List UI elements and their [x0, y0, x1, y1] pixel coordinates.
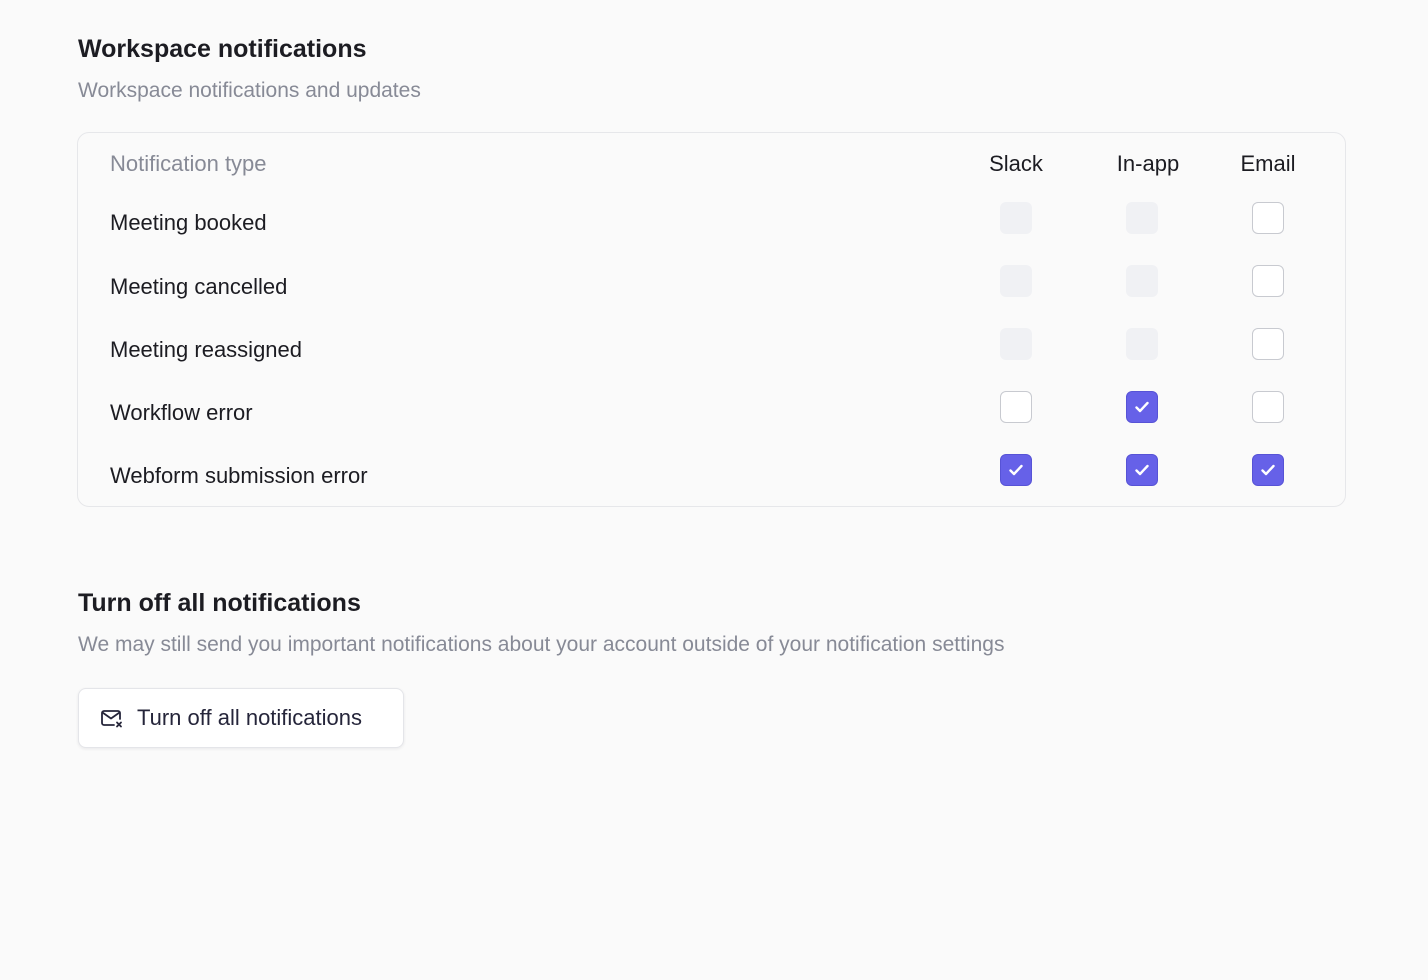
turn-off-all-notifications-button[interactable]: Turn off all notifications	[78, 688, 404, 748]
slack-checkbox	[1000, 265, 1032, 297]
notification-settings-table: Notification type Slack In-app Email Mee…	[77, 132, 1346, 507]
checkmark-icon	[1009, 464, 1023, 476]
row-label: Webform submission error	[110, 463, 368, 488]
email-checkbox[interactable]	[1252, 265, 1284, 297]
workspace-notifications-subtitle: Workspace notifications and updates	[78, 79, 421, 102]
inapp-checkbox	[1126, 202, 1158, 234]
email-checkbox[interactable]	[1252, 454, 1284, 486]
column-header-in-app: In-app	[1116, 151, 1180, 176]
row-label: Workflow error	[110, 400, 253, 425]
row-label: Meeting booked	[110, 210, 267, 235]
slack-checkbox[interactable]	[1000, 391, 1032, 423]
slack-checkbox	[1000, 328, 1032, 360]
column-header-slack: Slack	[989, 151, 1043, 176]
row-label: Meeting cancelled	[110, 274, 288, 299]
workspace-notifications-title: Workspace notifications	[78, 35, 367, 63]
mail-off-icon	[99, 706, 123, 730]
email-checkbox[interactable]	[1252, 328, 1284, 360]
turn-off-section-title: Turn off all notifications	[78, 589, 361, 617]
inapp-checkbox	[1126, 328, 1158, 360]
email-checkbox[interactable]	[1252, 391, 1284, 423]
slack-checkbox[interactable]	[1000, 454, 1032, 486]
checkmark-icon	[1135, 401, 1149, 413]
inapp-checkbox[interactable]	[1126, 391, 1158, 423]
inapp-checkbox[interactable]	[1126, 454, 1158, 486]
slack-checkbox	[1000, 202, 1032, 234]
checkmark-icon	[1261, 464, 1275, 476]
turn-off-all-notifications-label: Turn off all notifications	[137, 705, 363, 730]
turn-off-section-subtitle: We may still send you important notifica…	[78, 633, 1005, 656]
row-label: Meeting reassigned	[110, 337, 303, 362]
column-header-email: Email	[1240, 151, 1296, 176]
column-header-notification-type: Notification type	[110, 151, 267, 176]
inapp-checkbox	[1126, 265, 1158, 297]
email-checkbox[interactable]	[1252, 202, 1284, 234]
checkmark-icon	[1135, 464, 1149, 476]
